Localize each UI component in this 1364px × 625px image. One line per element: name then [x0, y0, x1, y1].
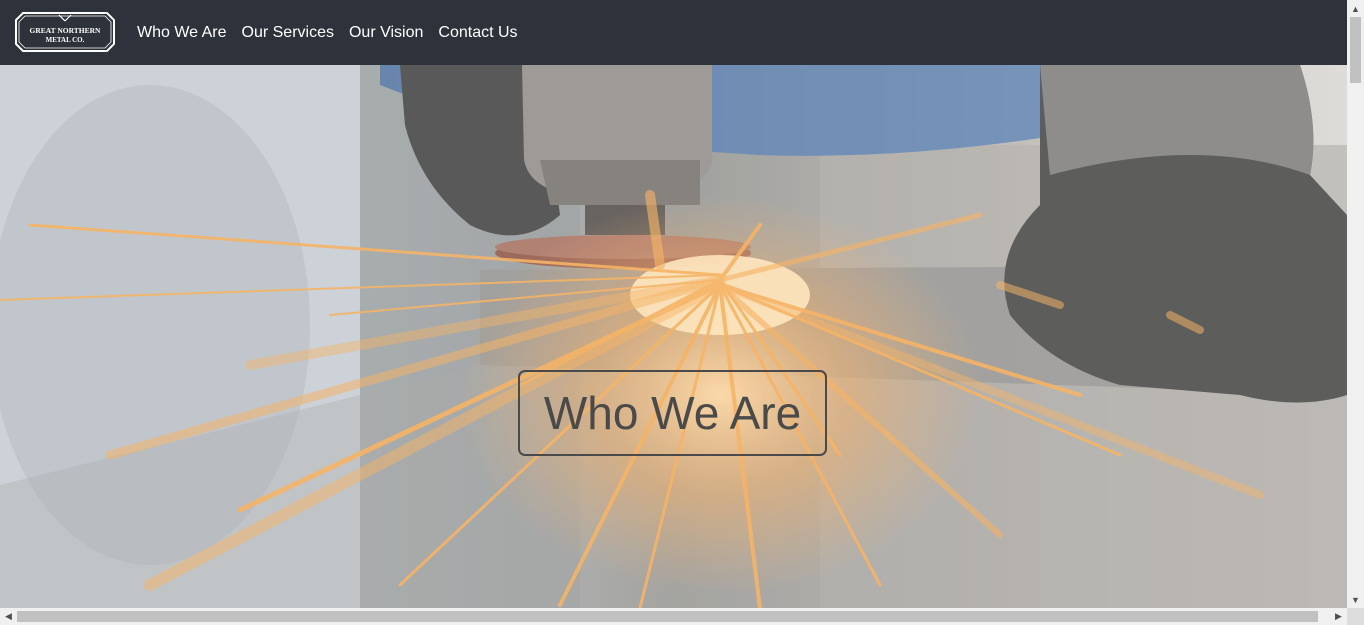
vertical-scrollbar[interactable]: ▲ ▼ — [1347, 0, 1364, 608]
hero-title: Who We Are — [543, 387, 802, 439]
horizontal-scroll-thumb[interactable] — [17, 611, 1318, 622]
horizontal-scrollbar[interactable]: ◀ ▶ — [0, 608, 1347, 625]
logo-line-1: GREAT NORTHERN — [30, 26, 102, 35]
hero-section: Who We Are — [0, 65, 1347, 608]
nav-contact-us[interactable]: Contact Us — [438, 24, 517, 42]
page-viewport: GREAT NORTHERN METAL CO. Who We Are Our … — [0, 0, 1347, 608]
hero-overlay — [0, 65, 1347, 608]
hero-title-box: Who We Are — [518, 370, 827, 456]
scrollbar-corner — [1347, 608, 1364, 625]
vertical-scroll-thumb[interactable] — [1350, 17, 1361, 83]
scroll-left-arrow-icon[interactable]: ◀ — [0, 608, 17, 625]
scroll-up-arrow-icon[interactable]: ▲ — [1347, 0, 1364, 17]
brand-logo[interactable]: GREAT NORTHERN METAL CO. — [15, 11, 115, 53]
main-nav: Who We Are Our Services Our Vision Conta… — [137, 0, 533, 65]
scroll-down-arrow-icon[interactable]: ▼ — [1347, 591, 1364, 608]
logo-line-2: METAL CO. — [46, 36, 85, 44]
nav-who-we-are[interactable]: Who We Are — [137, 24, 227, 42]
scroll-right-arrow-icon[interactable]: ▶ — [1330, 608, 1347, 625]
nav-our-vision[interactable]: Our Vision — [349, 24, 423, 42]
nav-our-services[interactable]: Our Services — [242, 24, 334, 42]
top-navbar: GREAT NORTHERN METAL CO. Who We Are Our … — [0, 0, 1347, 65]
